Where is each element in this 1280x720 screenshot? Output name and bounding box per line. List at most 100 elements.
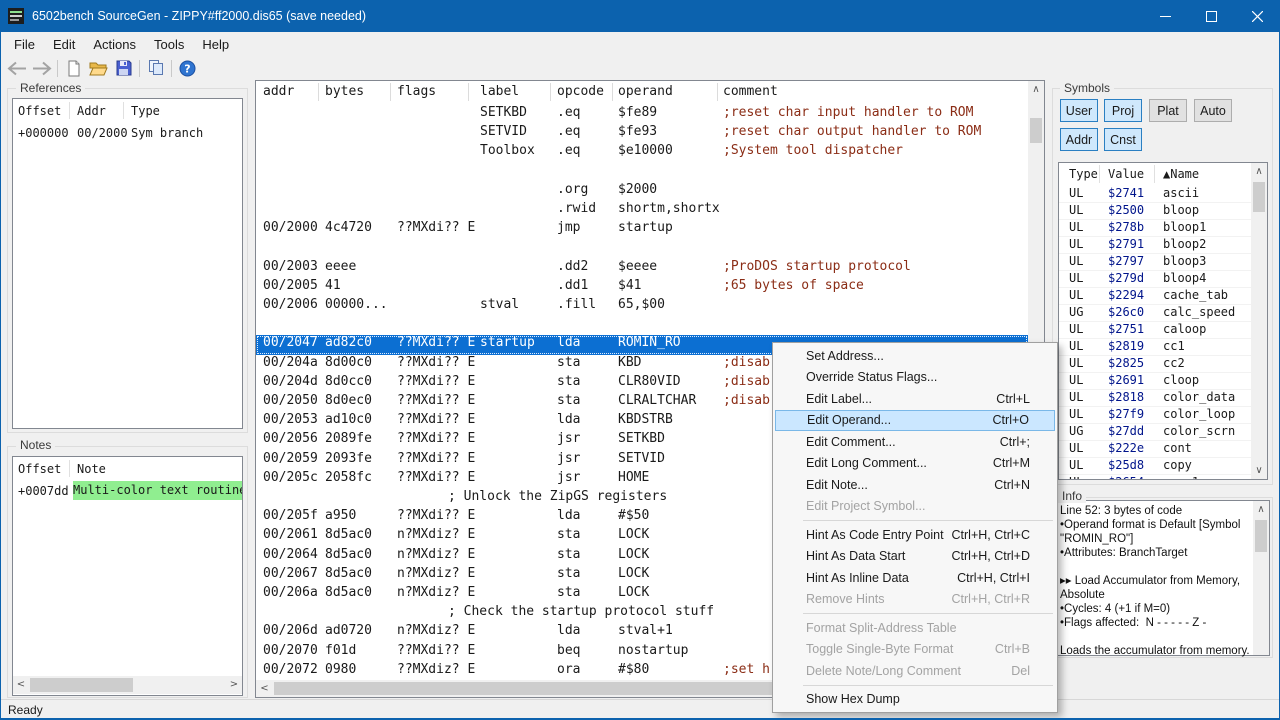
code-row[interactable]: Toolbox.eq$e10000;System tool dispatcher: [256, 143, 1028, 162]
context-menu-item-edit-comment[interactable]: Edit Comment...Ctrl+;: [773, 431, 1057, 453]
scrollbar-thumb[interactable]: [1253, 182, 1265, 212]
context-menu-item-format-split-address-table[interactable]: Format Split-Address Table: [773, 617, 1057, 639]
notes-list[interactable]: Offset Note +0007dd Multi-color text routin…: [12, 456, 243, 696]
context-menu-item-hint-as-code-entry-point[interactable]: Hint As Code Entry PointCtrl+H, Ctrl+C: [773, 524, 1057, 546]
code-row[interactable]: .org$2000: [256, 182, 1028, 201]
references-col-header[interactable]: Type: [131, 104, 160, 118]
code-row[interactable]: 00/200541.dd1$41;65 bytes of space: [256, 278, 1028, 297]
context-menu-item-edit-project-symbol[interactable]: Edit Project Symbol...: [773, 496, 1057, 518]
symbol-filter-auto[interactable]: Auto: [1194, 99, 1232, 122]
context-menu-item-edit-long-comment[interactable]: Edit Long Comment...Ctrl+M: [773, 453, 1057, 475]
symbols-col-header[interactable]: ▲Name: [1163, 167, 1199, 181]
symbol-row[interactable]: UL$2825cc2: [1059, 356, 1251, 373]
symbol-filter-plat[interactable]: Plat: [1149, 99, 1187, 122]
code-row[interactable]: 00/2003eeee.dd2$eeee;ProDOS startup prot…: [256, 259, 1028, 278]
references-cell[interactable]: 00/2000: [77, 126, 128, 140]
maximize-button[interactable]: [1188, 0, 1234, 32]
context-menu-item-delete-note-long-comment[interactable]: Delete Note/Long CommentDel: [773, 660, 1057, 682]
references-col-header[interactable]: Offset: [18, 104, 61, 118]
minimize-button[interactable]: [1142, 0, 1188, 32]
scrollbar-thumb[interactable]: [1255, 520, 1267, 552]
context-menu-item-edit-label[interactable]: Edit Label...Ctrl+L: [773, 388, 1057, 410]
scroll-down-arrow[interactable]: ∨: [1251, 462, 1267, 479]
code-cell-bytes: 8d5ac0: [325, 585, 372, 600]
scroll-left-arrow[interactable]: <: [13, 676, 29, 694]
menu-item-shortcut: Ctrl+H, Ctrl+I: [957, 571, 1030, 585]
notes-col-header[interactable]: Note: [77, 462, 106, 476]
code-row[interactable]: .rwidshortm,shortx: [256, 201, 1028, 220]
toolbar-back-button[interactable]: [4, 57, 29, 79]
scrollbar-thumb[interactable]: [1030, 118, 1042, 143]
menu-help[interactable]: Help: [193, 34, 238, 55]
references-col-header[interactable]: Addr: [77, 104, 106, 118]
code-row[interactable]: 00/200600000...stval.fill65,$00: [256, 297, 1028, 316]
toolbar-help-button[interactable]: ?: [175, 57, 200, 79]
symbol-row[interactable]: UG$26c0calc_speed: [1059, 305, 1251, 322]
notes-hscrollbar[interactable]: < >: [13, 676, 242, 694]
context-menu-item-override-status-flags[interactable]: Override Status Flags...: [773, 367, 1057, 389]
scroll-right-arrow[interactable]: >: [226, 676, 242, 694]
symbol-row[interactable]: UG$27ddcolor_scrn: [1059, 424, 1251, 441]
scrollbar-thumb[interactable]: [30, 678, 133, 692]
menu-file[interactable]: File: [5, 34, 44, 55]
close-button[interactable]: [1234, 0, 1280, 32]
symbol-row[interactable]: UL$2751caloop: [1059, 322, 1251, 339]
scroll-up-arrow[interactable]: ∧: [1253, 501, 1269, 518]
symbol-filter-proj[interactable]: Proj: [1104, 99, 1142, 122]
scroll-up-arrow[interactable]: ∧: [1251, 163, 1267, 180]
context-menu-item-set-address[interactable]: Set Address...: [773, 345, 1057, 367]
note-text-cell[interactable]: Multi-color text routines are h: [73, 481, 243, 500]
code-cell-operand: LOCK: [618, 566, 649, 581]
symbol-row[interactable]: UL$2791bloop2: [1059, 237, 1251, 254]
toolbar-new-project-button[interactable]: [61, 57, 86, 79]
symbols-vscrollbar[interactable]: ∧ ∨: [1251, 163, 1267, 479]
symbol-filter-user[interactable]: User: [1060, 99, 1098, 122]
symbols-col-header[interactable]: Value: [1108, 167, 1144, 181]
code-cell-operand: LOCK: [618, 585, 649, 600]
symbol-row[interactable]: UL$2294cache_tab: [1059, 288, 1251, 305]
menu-edit[interactable]: Edit: [44, 34, 84, 55]
symbol-row[interactable]: UL$2818color_data: [1059, 390, 1251, 407]
code-row[interactable]: 00/20004c4720??MXdi?? Ejmpstartup: [256, 220, 1028, 239]
scroll-up-arrow[interactable]: ∧: [1028, 81, 1044, 98]
symbols-col-header[interactable]: Type: [1069, 167, 1098, 181]
references-cell[interactable]: Sym branch: [131, 126, 203, 140]
symbol-row[interactable]: UL$25d8copy: [1059, 458, 1251, 475]
context-menu-item-edit-operand[interactable]: Edit Operand...Ctrl+O: [775, 410, 1055, 432]
info-vscrollbar[interactable]: ∧: [1253, 501, 1269, 655]
notes-col-header[interactable]: Offset: [18, 462, 61, 476]
code-row[interactable]: [256, 316, 1028, 335]
symbol-row[interactable]: UL$27f9color_loop: [1059, 407, 1251, 424]
symbol-row[interactable]: UL$279dbloop4: [1059, 271, 1251, 288]
context-menu-item-toggle-single-byte-format[interactable]: Toggle Single-Byte FormatCtrl+B: [773, 639, 1057, 661]
context-menu-item-remove-hints[interactable]: Remove HintsCtrl+H, Ctrl+R: [773, 589, 1057, 611]
symbol-row[interactable]: UL$2691cloop: [1059, 373, 1251, 390]
code-row[interactable]: SETKBD.eq$fe89;reset char input handler …: [256, 105, 1028, 124]
toolbar-copy-button[interactable]: [143, 57, 168, 79]
toolbar-open-project-button[interactable]: [86, 57, 111, 79]
code-row[interactable]: [256, 163, 1028, 182]
symbol-row[interactable]: UL$2819cc1: [1059, 339, 1251, 356]
menu-tools[interactable]: Tools: [145, 34, 193, 55]
symbol-row[interactable]: UL$278bbloop1: [1059, 220, 1251, 237]
symbol-row[interactable]: UL$2797bloop3: [1059, 254, 1251, 271]
symbol-filter-cnst[interactable]: Cnst: [1104, 128, 1142, 151]
note-offset-cell[interactable]: +0007dd: [18, 484, 69, 498]
scroll-left-arrow[interactable]: <: [256, 680, 273, 697]
context-menu-item-hint-as-inline-data[interactable]: Hint As Inline DataCtrl+H, Ctrl+I: [773, 567, 1057, 589]
code-row[interactable]: [256, 239, 1028, 258]
symbol-filter-addr[interactable]: Addr: [1060, 128, 1098, 151]
references-cell[interactable]: +000000: [18, 126, 69, 140]
code-row[interactable]: SETVID.eq$fe93;reset char output handler…: [256, 124, 1028, 143]
symbol-row[interactable]: UL$2654copy1: [1059, 475, 1251, 479]
toolbar-forward-button[interactable]: [29, 57, 54, 79]
references-list[interactable]: Offset Addr Type +000000 00/2000Sym branch: [12, 98, 243, 429]
toolbar-save-button[interactable]: [111, 57, 136, 79]
symbol-row[interactable]: UL$2500bloop: [1059, 203, 1251, 220]
context-menu-item-edit-note[interactable]: Edit Note...Ctrl+N: [773, 474, 1057, 496]
symbol-row[interactable]: UL$222econt: [1059, 441, 1251, 458]
symbol-row[interactable]: UL$2741ascii: [1059, 186, 1251, 203]
context-menu-item-show-hex-dump[interactable]: Show Hex Dump: [773, 689, 1057, 711]
menu-actions[interactable]: Actions: [84, 34, 145, 55]
context-menu-item-hint-as-data-start[interactable]: Hint As Data StartCtrl+H, Ctrl+D: [773, 546, 1057, 568]
